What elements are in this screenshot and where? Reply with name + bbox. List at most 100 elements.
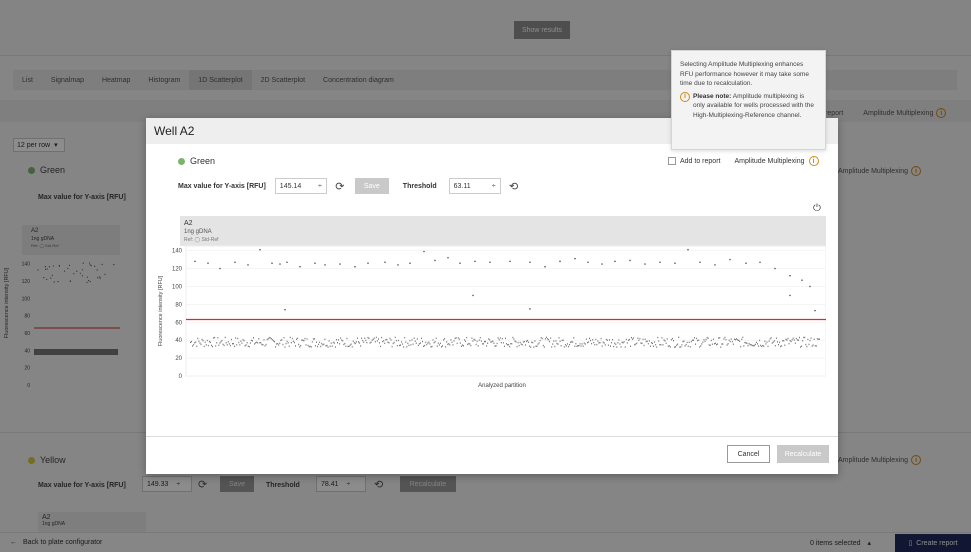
negative-point (283, 337, 285, 339)
negative-point (481, 343, 483, 345)
positive-point (574, 257, 576, 260)
negative-point (523, 340, 525, 343)
negative-point (251, 340, 253, 342)
positive-point (207, 262, 209, 264)
negative-point (750, 344, 752, 346)
negative-point (643, 344, 645, 347)
negative-point (648, 340, 650, 342)
negative-point (404, 336, 406, 339)
negative-point (702, 341, 704, 343)
negative-point (440, 346, 442, 348)
negative-point (650, 342, 652, 344)
add-to-report-checkbox[interactable] (668, 157, 676, 165)
threshold-input[interactable]: 63.11 ÷ (448, 178, 501, 194)
positive-point (284, 308, 286, 311)
negative-point (195, 341, 197, 343)
negative-point (632, 338, 634, 340)
negative-point (494, 345, 496, 347)
negative-point (218, 344, 220, 346)
positive-point (459, 262, 461, 264)
negative-point (705, 338, 707, 341)
negative-point (254, 343, 256, 345)
negative-point (540, 336, 542, 339)
negative-point (239, 344, 241, 346)
info-icon[interactable]: i (808, 156, 819, 166)
negative-point (526, 340, 527, 343)
negative-point (575, 342, 577, 345)
negative-point (533, 346, 535, 348)
negative-point (611, 341, 613, 344)
negative-point (492, 340, 494, 342)
negative-point (207, 344, 209, 347)
negative-point (471, 337, 473, 339)
negative-point (308, 346, 310, 348)
save-button[interactable]: Save (354, 178, 389, 194)
negative-point (640, 342, 642, 344)
negative-point (332, 341, 334, 344)
negative-point (678, 336, 680, 339)
negative-point (694, 337, 695, 339)
negative-point (519, 341, 521, 344)
negative-point (256, 341, 258, 343)
negative-point (730, 338, 732, 340)
negative-point (456, 342, 458, 345)
recalculate-button[interactable]: Recalculate (777, 445, 829, 463)
negative-point (415, 342, 417, 344)
max-y-input[interactable]: 145.14 ÷ (274, 178, 327, 194)
negative-point (453, 340, 455, 342)
download-icon[interactable]: ⏻ (811, 202, 823, 214)
negative-point (286, 340, 288, 343)
negative-point (395, 339, 397, 342)
negative-point (608, 339, 610, 341)
negative-point (382, 340, 384, 343)
positive-point (286, 261, 288, 264)
negative-point (328, 340, 330, 342)
stepper-icon[interactable]: ÷ (318, 183, 322, 190)
stepper-icon[interactable]: ÷ (492, 183, 496, 190)
amplitude-multiplexing-label[interactable]: Amplitude Multiplexing (734, 158, 804, 165)
negative-point (392, 342, 394, 345)
negative-point (628, 338, 630, 341)
negative-point (563, 346, 565, 348)
negative-point (731, 340, 733, 343)
negative-point (238, 341, 240, 344)
negative-point (261, 343, 263, 346)
negative-point (769, 338, 771, 340)
y-tick-label: 120 (172, 267, 183, 273)
negative-point (772, 341, 774, 343)
negative-point (337, 341, 338, 344)
negative-point (479, 336, 481, 339)
add-to-report-label: Add to report (680, 157, 721, 165)
tooltip-note: i Please note: Amplitude multiplexing is… (680, 91, 817, 121)
cancel-button[interactable]: Cancel (727, 445, 770, 463)
negative-point (719, 337, 721, 339)
negative-point (221, 339, 223, 342)
negative-point (799, 336, 800, 339)
negative-point (539, 339, 541, 342)
negative-point (427, 342, 429, 344)
negative-point (262, 344, 264, 346)
negative-point (658, 340, 660, 342)
negative-point (401, 341, 403, 343)
positive-point (629, 259, 631, 262)
positive-point (674, 262, 676, 264)
negative-point (524, 344, 526, 346)
negative-point (593, 341, 595, 344)
negative-point (316, 341, 317, 343)
negative-point (271, 339, 273, 341)
negative-point (747, 344, 749, 347)
negative-point (720, 346, 722, 348)
negative-point (667, 345, 669, 347)
refresh-icon[interactable]: ⟳ (333, 179, 347, 193)
negative-point (354, 342, 356, 345)
negative-point (386, 338, 388, 341)
negative-point (618, 339, 620, 341)
add-to-report-control[interactable]: Add to report Amplitude Multiplexing i (668, 156, 819, 166)
negative-point (464, 339, 466, 341)
apply-threshold-icon[interactable]: ⟲ (507, 179, 521, 193)
negative-point (229, 344, 231, 347)
negative-point (325, 345, 327, 347)
negative-point (604, 344, 606, 346)
negative-point (709, 344, 711, 347)
negative-point (301, 339, 303, 341)
